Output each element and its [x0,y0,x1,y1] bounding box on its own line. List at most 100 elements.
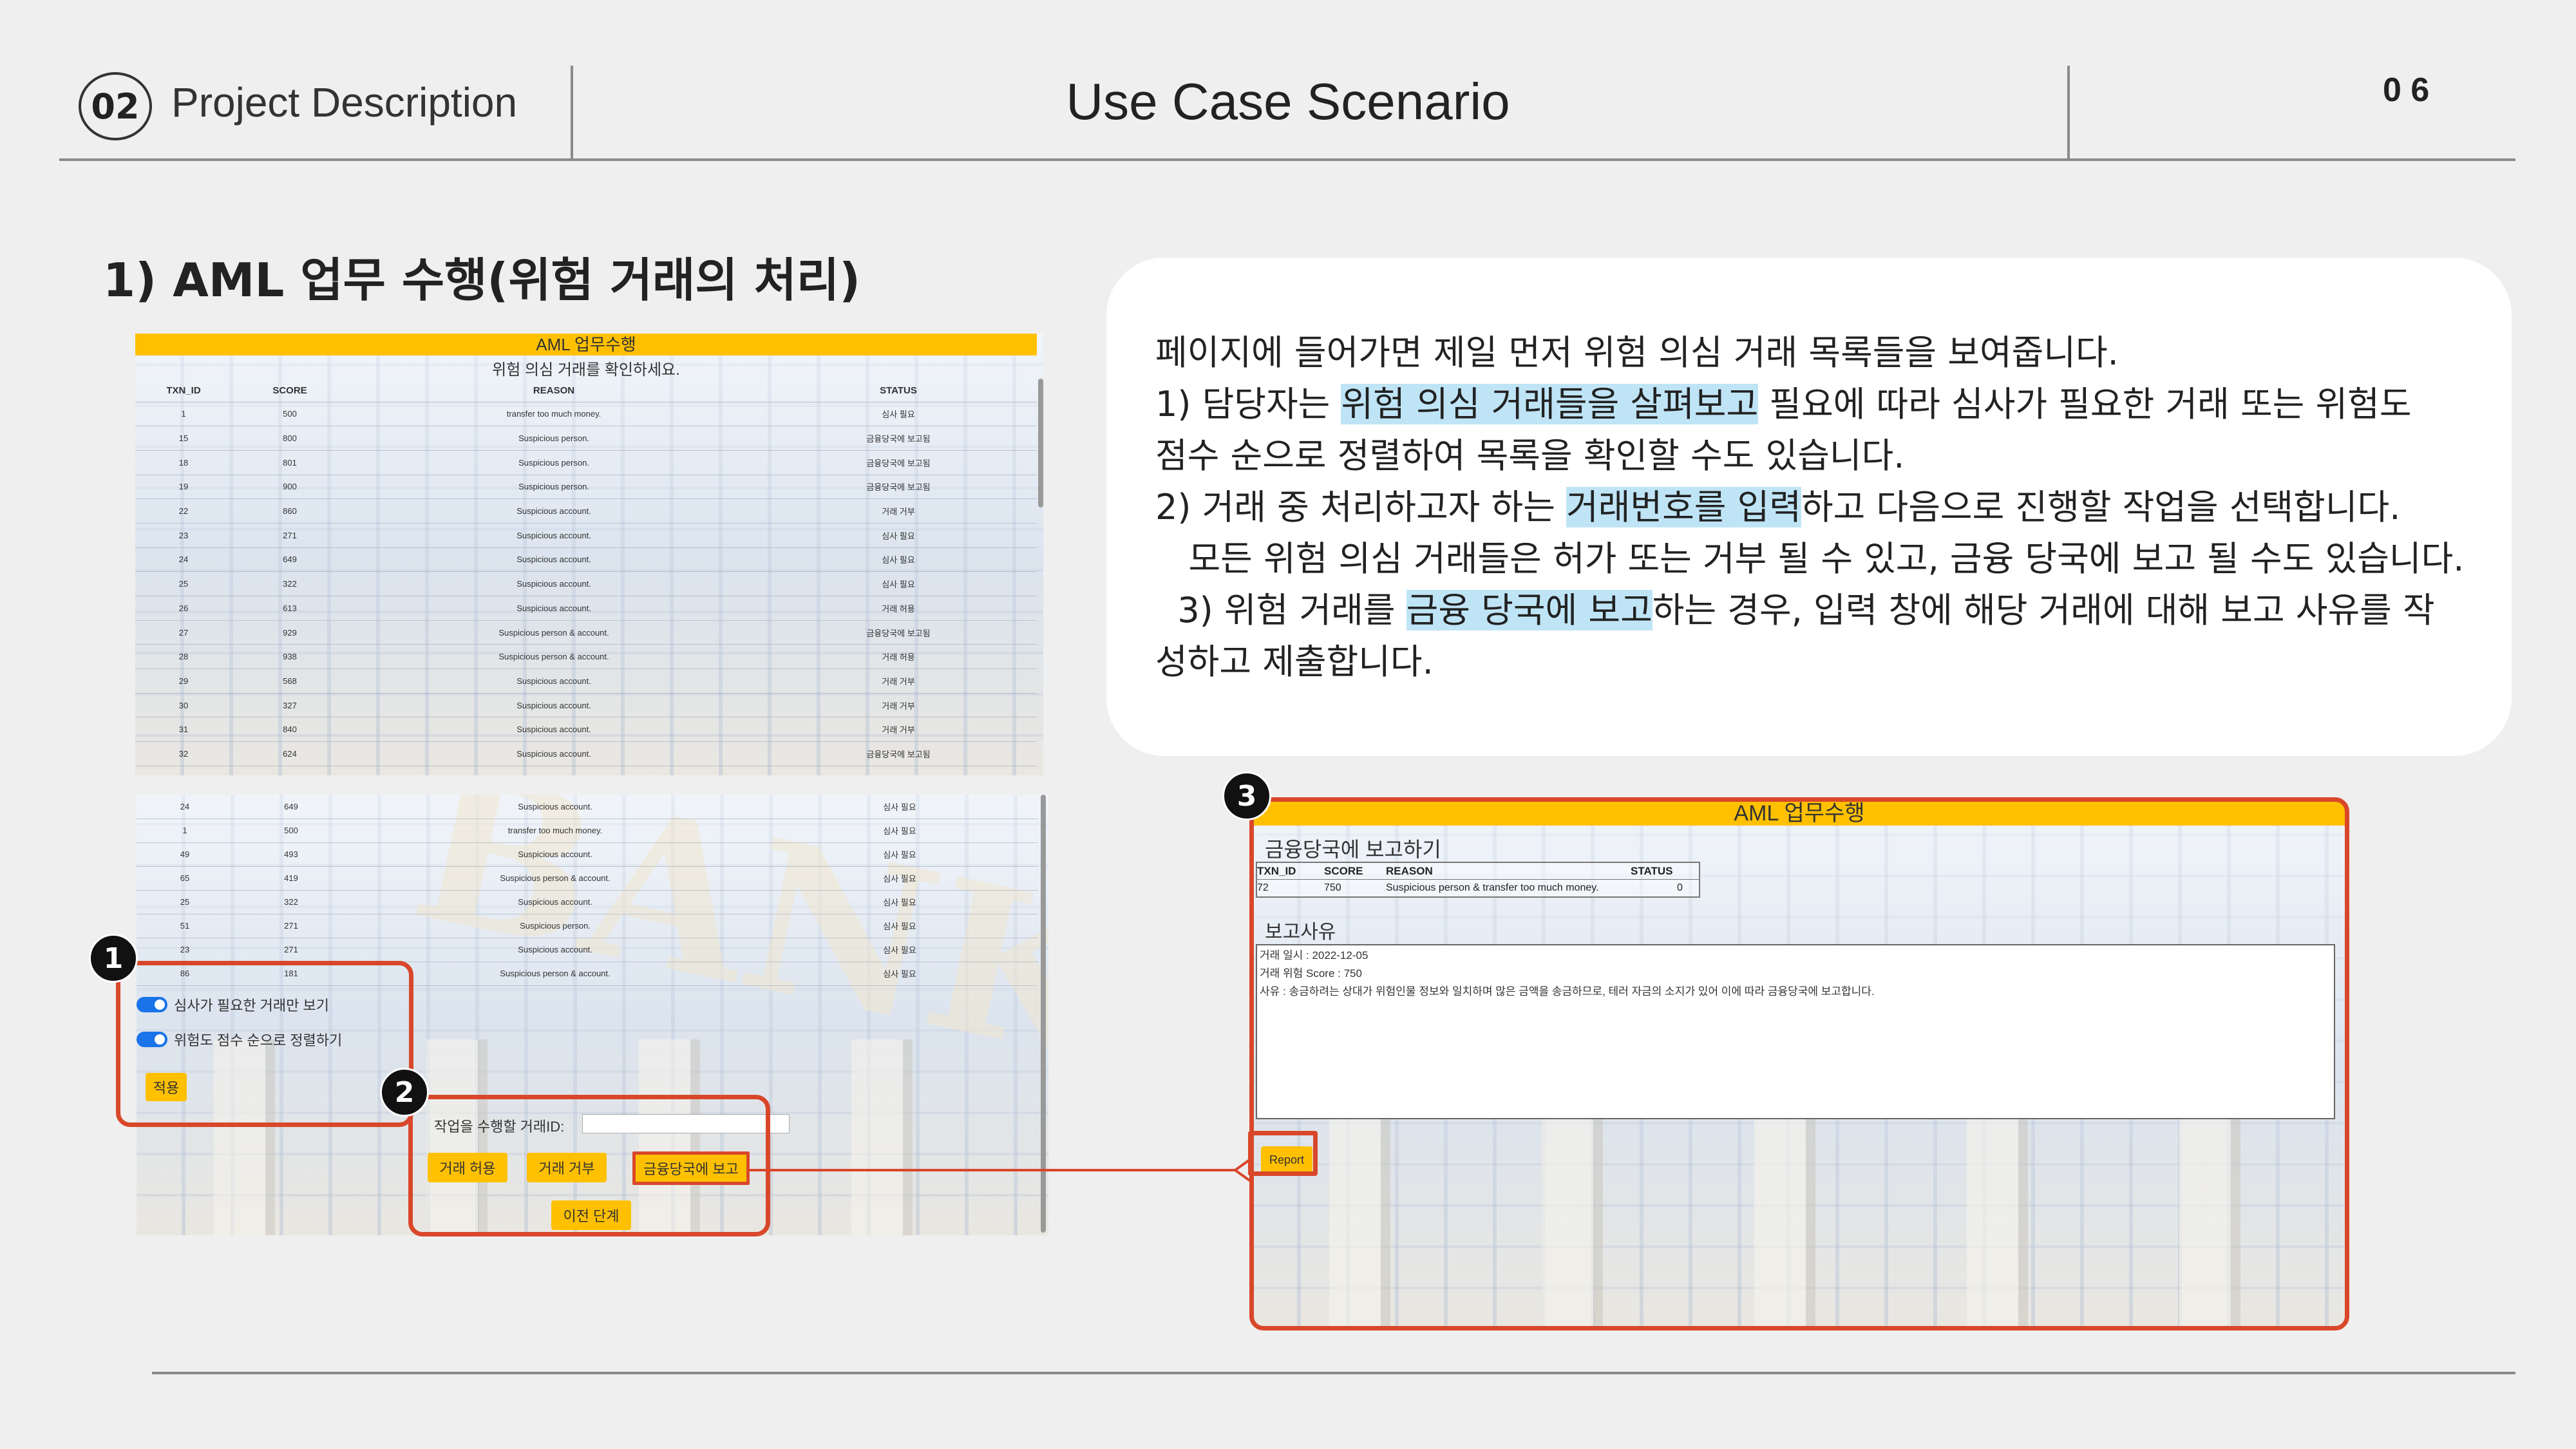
cell-reason: Suspicious account. [349,938,761,962]
cell-txn-id: 19 [135,475,232,500]
cell-status: 심사 필요 [761,938,1038,962]
header-divider [2067,66,2070,161]
cell-score: 322 [232,571,348,596]
page-number: 0 6 [2383,71,2430,109]
cell-reason: Suspicious account. [348,547,760,573]
footer-rule [152,1372,2515,1374]
cell-score: 271 [233,914,349,938]
cell-txn-id: 22 [135,498,232,524]
table-row[interactable]: 25 322 Suspicious account. 심사 필요 [135,571,1037,596]
cell-score: 938 [232,644,348,670]
table-row[interactable]: 19 900 Suspicious person. 금융당국에 보고됨 [135,475,1037,500]
cell-txn-id: 31 [135,717,232,743]
cell-status: 심사 필요 [761,914,1038,938]
cell-score: 900 [232,475,348,500]
highlight: 금융 당국에 보고 [1406,590,1653,630]
cell-score: 568 [232,668,348,694]
table-row[interactable]: 27 929 Suspicious person & account. 금융당국에 보… [135,620,1037,645]
col-txn-id[interactable]: TXN_ID [135,380,232,402]
cell-reason: Suspicious account. [348,668,760,694]
cell-status: 금융당국에 보고됨 [760,475,1037,500]
cell-score: 929 [232,620,348,645]
table-row[interactable]: 1 500 transfer too much money. 심사 필요 [137,819,1038,843]
cell-reason: transfer too much money. [348,402,760,427]
table-row[interactable]: 28 938 Suspicious person & account. 거래 허용 [135,644,1037,670]
description-line: 1) 담당자는 위험 의심 거래들을 살펴보고 필요에 따라 심사가 필요한 거… [1155,384,2412,424]
table-row[interactable]: 23 271 Suspicious account. 심사 필요 [135,523,1037,548]
cell-status: 거래 거부 [760,717,1037,743]
table-row[interactable]: 29 568 Suspicious account. 거래 거부 [135,668,1037,694]
cell-txn-id: 1 [137,819,233,843]
cell-score: 840 [232,717,348,743]
cell-reason: Suspicious account. [349,842,761,867]
cell-reason: Suspicious account. [348,571,760,596]
cell-txn-id: 29 [135,668,232,694]
description-line: 페이지에 들어가면 제일 먼저 위험 의심 거래 목록들을 보여줍니다. [1155,332,2119,373]
table-row[interactable]: 22 860 Suspicious account. 거래 거부 [135,498,1037,524]
table-row[interactable]: 1 500 transfer too much money. 심사 필요 [135,402,1037,427]
cell-score: 500 [233,819,349,843]
table-row[interactable]: 26 613 Suspicious account. 거래 허용 [135,596,1037,621]
connector-arrow [747,1154,1257,1185]
cell-status: 심사 필요 [761,890,1038,914]
callout-badge-3: 3 [1222,772,1271,820]
callout-badge-2: 2 [380,1068,429,1117]
cell-reason: Suspicious person. [348,450,760,475]
header-rule [59,158,2515,161]
cell-txn-id: 65 [137,866,233,891]
table-row[interactable]: 18 801 Suspicious person. 금융당국에 보고됨 [135,450,1037,475]
cell-score: 860 [232,498,348,524]
section-title: Project Description [171,79,518,126]
table-row[interactable]: 49 493 Suspicious account. 심사 필요 [137,842,1038,867]
cell-reason: Suspicious person & account. [348,644,760,670]
cell-status: 거래 허용 [760,596,1037,621]
table-row[interactable]: 65 419 Suspicious person & account. 심사 필요 [137,866,1038,891]
cell-txn-id: 25 [137,890,233,914]
cell-txn-id: 23 [135,523,232,548]
table-row[interactable]: 24 649 Suspicious account. 심사 필요 [137,795,1038,819]
txn-table: TXN_ID SCORE REASON STATUS 1 500 transfer … [135,380,1037,766]
cell-txn-id: 24 [137,795,233,819]
cell-reason: transfer too much money. [349,819,761,843]
table-row[interactable]: 25 322 Suspicious account. 심사 필요 [137,890,1038,914]
cell-txn-id: 23 [137,938,233,962]
cell-reason: Suspicious person. [349,914,761,938]
cell-reason: Suspicious account. [348,717,760,743]
cell-score: 624 [232,741,348,766]
cell-score: 493 [233,842,349,867]
table-row[interactable]: 31 840 Suspicious account. 거래 거부 [135,717,1037,743]
cell-status: 심사 필요 [761,961,1038,986]
table-row[interactable]: 32 624 Suspicious account. 금융당국에 보고됨 [135,741,1037,766]
col-status[interactable]: STATUS [760,380,1037,402]
scrollbar[interactable] [1038,379,1043,507]
cell-reason: Suspicious account. [348,693,760,718]
cell-score: 800 [232,426,348,451]
cell-status: 심사 필요 [761,866,1038,891]
filtered-table: 24 649 Suspicious account. 심사 필요 1 500 transfe… [137,795,1038,986]
list-subtitle: 위험 의심 거래를 확인하세요. [492,361,680,379]
highlight: 거래번호를 입력 [1566,487,1801,527]
col-reason[interactable]: REASON [348,380,760,402]
table-row[interactable]: 15 800 Suspicious person. 금융당국에 보고됨 [135,426,1037,451]
section-number-badge: 02 [79,72,152,140]
cell-score: 801 [232,450,348,475]
cell-reason: Suspicious account. [348,523,760,548]
cell-score: 271 [233,938,349,962]
cell-status: 거래 허용 [760,644,1037,670]
cell-status: 금융당국에 보고됨 [760,741,1037,766]
cell-reason: Suspicious account. [348,741,760,766]
page-title: Use Case Scenario [1066,73,1510,130]
cell-txn-id: 27 [135,620,232,645]
cell-score: 327 [232,693,348,718]
col-score[interactable]: SCORE [232,380,348,402]
table-row[interactable]: 24 649 Suspicious account. 심사 필요 [135,547,1037,573]
callout-box-report [1249,797,2349,1331]
cell-txn-id: 51 [137,914,233,938]
cell-status: 거래 거부 [760,693,1037,718]
table-row[interactable]: 23 271 Suspicious account. 심사 필요 [137,938,1038,962]
cell-status: 심사 필요 [760,402,1037,427]
table-row[interactable]: 51 271 Suspicious person. 심사 필요 [137,914,1038,938]
table-row[interactable]: 30 327 Suspicious account. 거래 거부 [135,693,1037,718]
cell-score: 649 [233,795,349,819]
cell-status: 심사 필요 [760,547,1037,573]
